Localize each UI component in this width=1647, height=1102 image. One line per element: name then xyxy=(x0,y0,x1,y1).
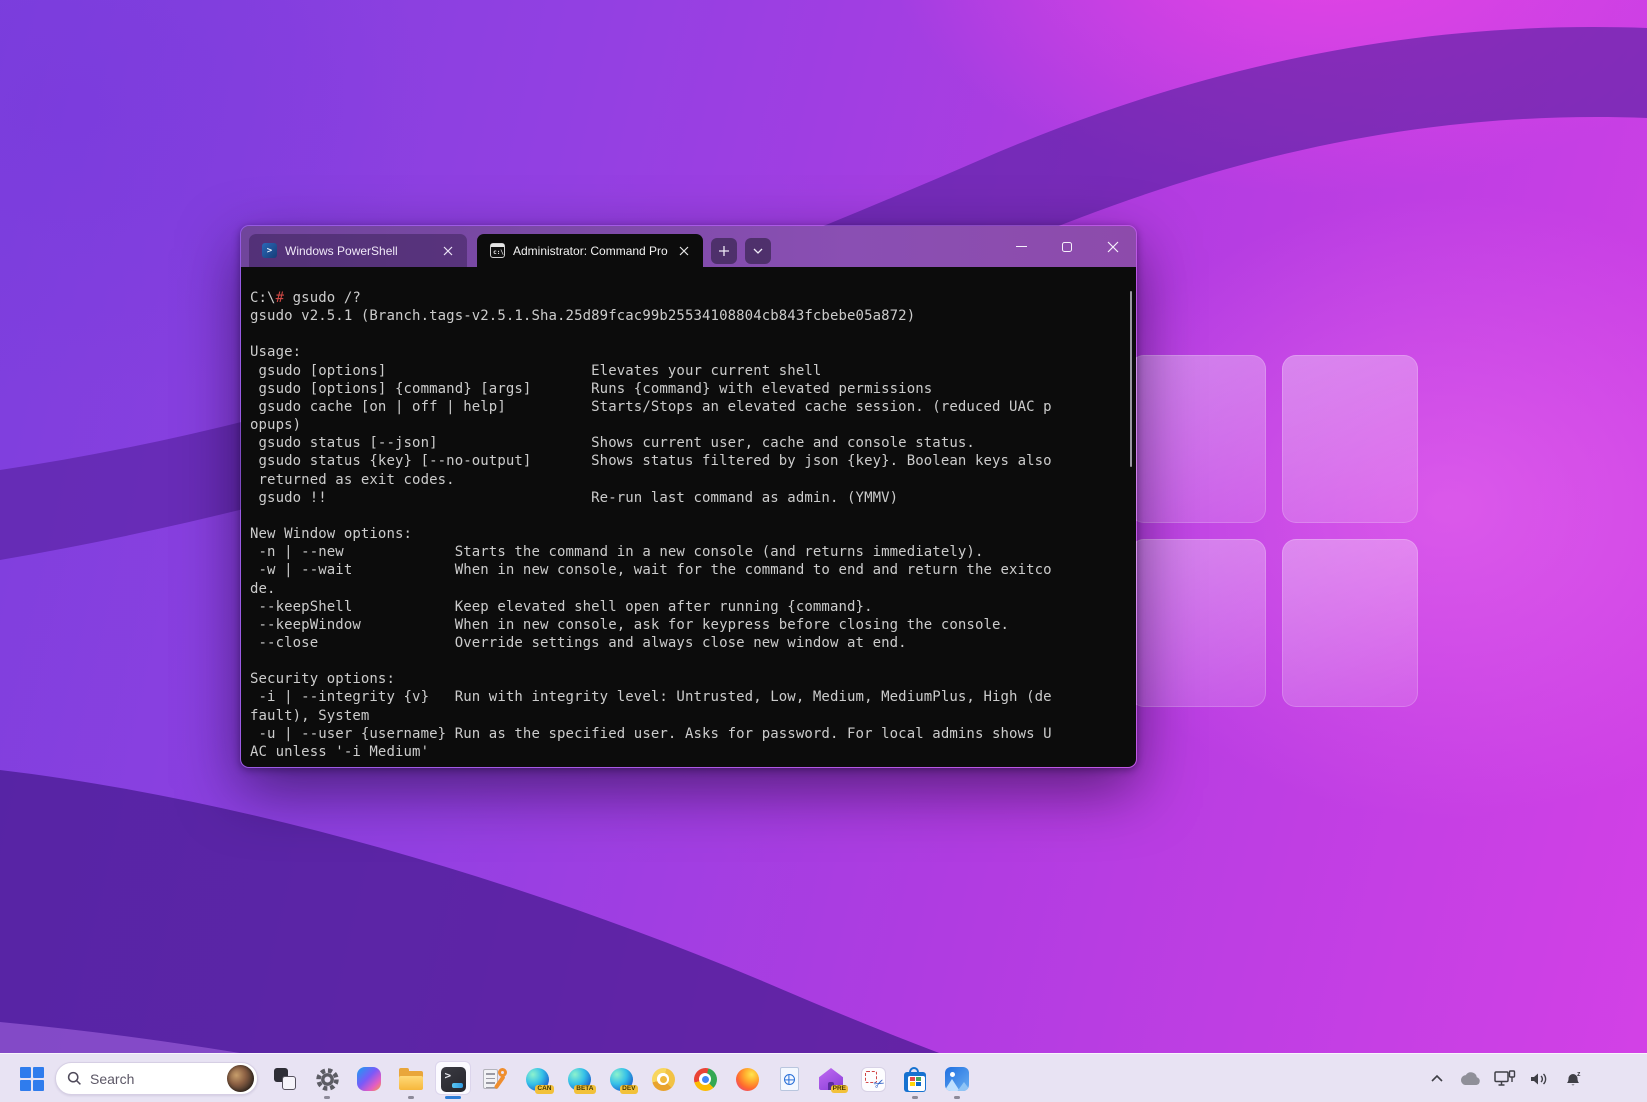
home-icon: PRE xyxy=(819,1068,843,1090)
windows-logo-pane xyxy=(1282,539,1418,707)
edge-beta-button[interactable]: BETA xyxy=(558,1056,600,1102)
plus-icon xyxy=(718,245,730,257)
windows-logo-pane xyxy=(1282,355,1418,523)
search-box[interactable]: Search xyxy=(55,1062,258,1095)
search-icon xyxy=(67,1071,82,1086)
prompt-path: C:\ xyxy=(250,290,276,306)
system-tray: z xyxy=(1425,1054,1585,1102)
taskbar: Search xyxy=(0,1053,1647,1102)
chrome-canary-icon xyxy=(652,1068,675,1091)
task-view-button[interactable] xyxy=(264,1056,306,1102)
maximize-icon xyxy=(1062,242,1072,252)
tab-close-icon[interactable] xyxy=(439,242,457,260)
snipping-tool-icon: ✂ xyxy=(861,1067,886,1092)
chrome-icon xyxy=(694,1068,717,1091)
folder-icon xyxy=(399,1071,423,1090)
canary-badge: CAN xyxy=(535,1085,553,1094)
html-document-icon xyxy=(780,1067,799,1091)
windows-logo-pane xyxy=(1130,539,1266,707)
terminal-body-text: gsudo v2.5.1 (Branch.tags-v2.5.1.Sha.25d… xyxy=(250,308,1052,760)
terminal-viewport[interactable]: C:\# gsudo /? gsudo v2.5.1 (Branch.tags-… xyxy=(241,267,1136,767)
edge-dev-button[interactable]: DEV xyxy=(600,1056,642,1102)
network-display-icon xyxy=(1494,1070,1516,1088)
window-controls xyxy=(998,226,1136,267)
pinned-apps: > CAN BETA xyxy=(264,1056,978,1102)
hidden-icons-button[interactable] xyxy=(1425,1067,1449,1091)
close-icon xyxy=(1107,241,1119,253)
tab-close-icon[interactable] xyxy=(675,242,693,260)
edge-canary-button[interactable]: CAN xyxy=(516,1056,558,1102)
active-app-indicator xyxy=(445,1096,461,1099)
home-preview-button[interactable]: PRE xyxy=(810,1056,852,1102)
tab-label: Administrator: Command Pro xyxy=(513,244,668,258)
snipping-tool-button[interactable]: ✂ xyxy=(852,1056,894,1102)
edge-canary-icon: CAN xyxy=(526,1068,549,1091)
beta-badge: BETA xyxy=(574,1085,595,1094)
terminal-icon: > xyxy=(441,1067,466,1092)
settings-button[interactable] xyxy=(306,1056,348,1102)
running-indicator xyxy=(954,1096,960,1099)
tab-bar: > Windows PowerShell c:\ Administrator: … xyxy=(249,234,771,267)
firefox-icon xyxy=(736,1068,759,1091)
volume-button[interactable] xyxy=(1527,1067,1551,1091)
file-explorer-button[interactable] xyxy=(390,1056,432,1102)
cloud-icon xyxy=(1459,1071,1483,1087)
store-bag-icon xyxy=(904,1072,926,1092)
dev-badge: DEV xyxy=(620,1085,637,1094)
microsoft-store-button[interactable] xyxy=(894,1056,936,1102)
minimize-icon xyxy=(1016,246,1027,247)
desktop: > Windows PowerShell c:\ Administrator: … xyxy=(0,0,1647,1102)
terminal-output: C:\# gsudo /? gsudo v2.5.1 (Branch.tags-… xyxy=(241,267,1136,761)
edge-dev-icon: DEV xyxy=(610,1068,633,1091)
start-button[interactable] xyxy=(20,1067,44,1091)
tab-label: Windows PowerShell xyxy=(285,244,398,258)
prompt-command: gsudo /? xyxy=(284,290,361,306)
svg-text:z: z xyxy=(1577,1071,1581,1078)
firefox-button[interactable] xyxy=(726,1056,768,1102)
new-tab-button[interactable] xyxy=(711,238,737,264)
start-icon xyxy=(20,1067,31,1078)
photos-button[interactable] xyxy=(936,1056,978,1102)
chevron-up-icon xyxy=(1430,1074,1444,1083)
copilot-button[interactable] xyxy=(348,1056,390,1102)
maximize-button[interactable] xyxy=(1044,226,1090,267)
chevron-down-icon xyxy=(752,247,764,255)
bell-dnd-icon: z xyxy=(1563,1070,1583,1088)
network-button[interactable] xyxy=(1493,1067,1517,1091)
minimize-button[interactable] xyxy=(998,226,1044,267)
onedrive-button[interactable] xyxy=(1459,1067,1483,1091)
chrome-canary-button[interactable] xyxy=(642,1056,684,1102)
tab-dropdown-button[interactable] xyxy=(745,238,771,264)
powershell-icon: > xyxy=(262,243,277,258)
windows-terminal-button[interactable]: > xyxy=(432,1056,474,1102)
tab-windows-powershell[interactable]: > Windows PowerShell xyxy=(249,234,467,267)
windows-logo-pane xyxy=(1130,355,1266,523)
wrench-document-icon xyxy=(483,1067,507,1091)
speaker-icon xyxy=(1529,1071,1549,1087)
cmd-icon: c:\ xyxy=(490,243,505,258)
close-button[interactable] xyxy=(1090,226,1136,267)
edge-beta-icon: BETA xyxy=(568,1068,591,1091)
tab-admin-command-prompt[interactable]: c:\ Administrator: Command Pro xyxy=(477,234,703,267)
copilot-icon xyxy=(357,1067,381,1091)
preview-badge: PRE xyxy=(831,1085,848,1094)
search-daily-image[interactable] xyxy=(227,1065,254,1092)
terminal-window: > Windows PowerShell c:\ Administrator: … xyxy=(240,225,1137,768)
search-label: Search xyxy=(90,1071,134,1087)
dev-tools-button[interactable] xyxy=(474,1056,516,1102)
chrome-button[interactable] xyxy=(684,1056,726,1102)
gear-icon xyxy=(315,1067,340,1092)
prompt-symbol: # xyxy=(276,290,285,306)
html-document-button[interactable] xyxy=(768,1056,810,1102)
notification-bell-dnd-button[interactable]: z xyxy=(1561,1067,1585,1091)
windows-logo-watermark xyxy=(1130,355,1418,707)
scrollbar[interactable] xyxy=(1130,291,1132,467)
running-indicator xyxy=(324,1096,330,1099)
task-view-icon xyxy=(274,1068,296,1090)
photos-icon xyxy=(945,1067,969,1091)
running-indicator xyxy=(408,1096,414,1099)
window-titlebar[interactable]: > Windows PowerShell c:\ Administrator: … xyxy=(241,226,1136,267)
running-indicator xyxy=(912,1096,918,1099)
